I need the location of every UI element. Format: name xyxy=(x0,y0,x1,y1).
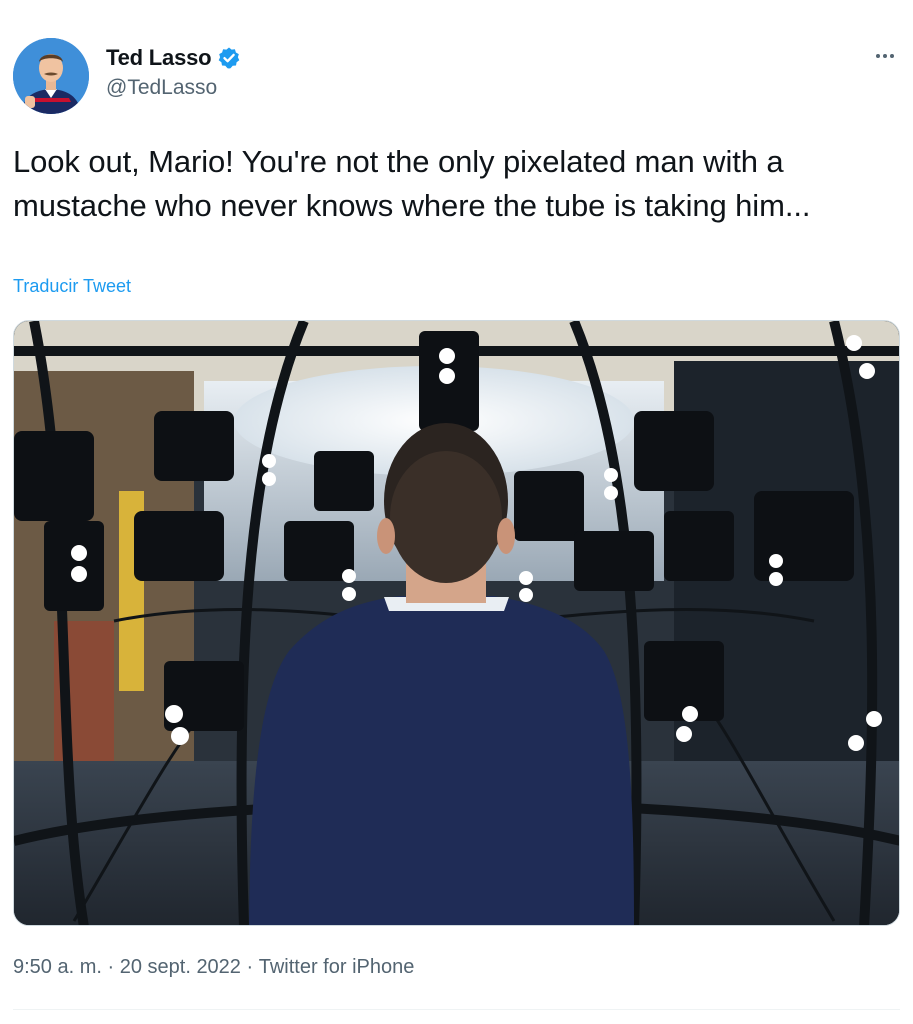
tweet-date[interactable]: 20 sept. 2022 xyxy=(120,956,241,979)
divider xyxy=(13,1009,900,1010)
tweet-text: Look out, Mario! You're not the only pix… xyxy=(13,144,811,223)
tweet-time[interactable]: 9:50 a. m. xyxy=(13,956,102,979)
tweet-source[interactable]: Twitter for iPhone xyxy=(259,956,415,979)
tweet-meta: 9:50 a. m. · 20 sept. 2022 · Twitter for… xyxy=(13,956,414,979)
more-options-icon[interactable] xyxy=(870,46,900,66)
avatar[interactable] xyxy=(13,38,89,114)
tweet-header: Ted Lasso @TedLasso xyxy=(13,38,900,114)
author-names: Ted Lasso @TedLasso xyxy=(106,43,241,100)
verified-badge-icon xyxy=(217,46,241,70)
display-name[interactable]: Ted Lasso xyxy=(106,45,212,71)
tweet-photo[interactable] xyxy=(13,320,900,926)
meta-separator: · xyxy=(240,956,259,978)
meta-separator: · xyxy=(101,956,120,978)
translate-tweet-link[interactable]: Traducir Tweet xyxy=(13,276,131,297)
display-name-row: Ted Lasso xyxy=(106,43,241,73)
handle[interactable]: @TedLasso xyxy=(106,76,241,100)
